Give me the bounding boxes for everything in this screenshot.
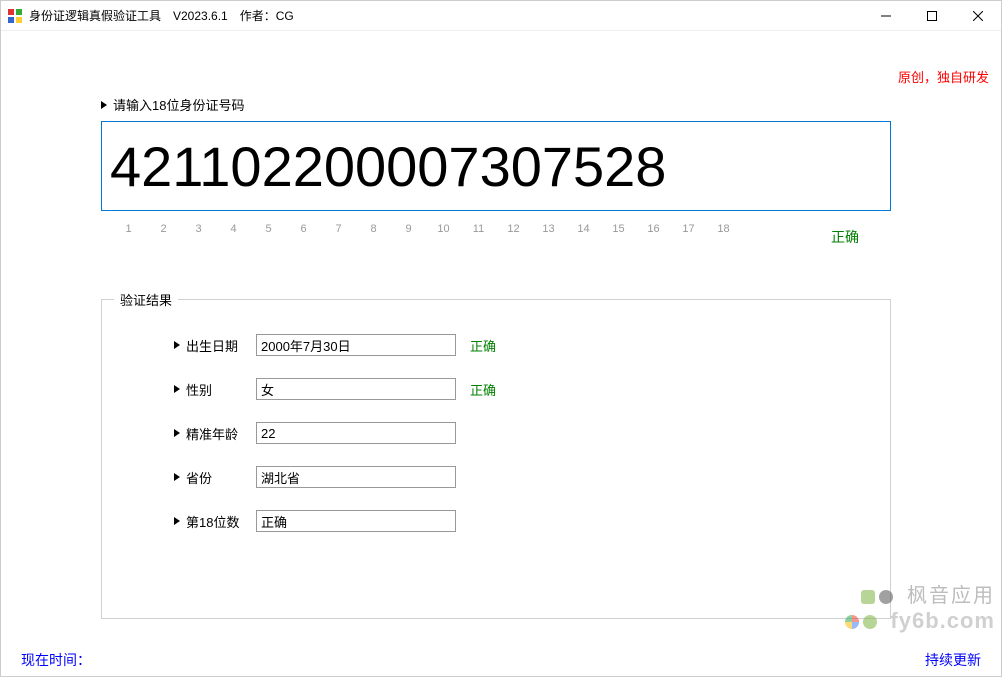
field-value-gender[interactable] (256, 378, 456, 400)
field-status-gender: 正确 (470, 380, 496, 399)
overall-status: 正确 (831, 227, 859, 247)
window-title: 身份证逻辑真假验证工具 V2023.6.1 作者：CG (29, 7, 294, 24)
field-status-birthdate: 正确 (470, 336, 496, 355)
pos-10: 10 (426, 223, 461, 235)
field-value-digit18[interactable] (256, 510, 456, 532)
footer: 现在时间： 持续更新 (21, 650, 981, 670)
result-legend: 验证结果 (114, 290, 178, 309)
field-label-gender: 性别 (186, 380, 256, 399)
pos-7: 7 (321, 223, 356, 235)
watermark-line1: 枫音应用 (907, 585, 995, 607)
window-controls (863, 1, 1001, 31)
close-button[interactable] (955, 1, 1001, 31)
arrow-icon (174, 385, 180, 393)
client-area: 原创，独自研发 请输入18位身份证号码 1 2 3 4 5 6 7 8 9 10… (1, 31, 1001, 676)
field-row-birthdate: 出生日期 正确 (174, 332, 890, 358)
arrow-icon (174, 429, 180, 437)
position-markers: 1 2 3 4 5 6 7 8 9 10 11 12 13 14 15 16 1… (111, 223, 901, 235)
pos-16: 16 (636, 223, 671, 235)
field-label-age: 精准年龄 (186, 424, 256, 443)
app-icon (7, 8, 23, 24)
maximize-button[interactable] (909, 1, 955, 31)
field-row-gender: 性别 正确 (174, 376, 890, 402)
titlebar: 身份证逻辑真假验证工具 V2023.6.1 作者：CG (1, 1, 1001, 31)
pos-6: 6 (286, 223, 321, 235)
minimize-button[interactable] (863, 1, 909, 31)
pos-12: 12 (496, 223, 531, 235)
footer-update-link[interactable]: 持续更新 (925, 650, 981, 670)
id-number-input[interactable] (101, 121, 891, 211)
pos-13: 13 (531, 223, 566, 235)
arrow-icon (101, 101, 107, 109)
field-row-province: 省份 (174, 464, 890, 490)
field-value-province[interactable] (256, 466, 456, 488)
credits-label: 原创，独自研发 (898, 67, 989, 86)
field-label-province: 省份 (186, 468, 256, 487)
pos-11: 11 (461, 223, 496, 235)
footer-time-label: 现在时间： (21, 650, 91, 670)
arrow-icon (174, 341, 180, 349)
arrow-icon (174, 473, 180, 481)
pos-15: 15 (601, 223, 636, 235)
watermark-line2: fy6b.com (890, 608, 995, 633)
field-row-age: 精准年龄 (174, 420, 890, 446)
pos-3: 3 (181, 223, 216, 235)
pos-4: 4 (216, 223, 251, 235)
field-row-digit18: 第18位数 (174, 508, 890, 534)
field-label-birthdate: 出生日期 (186, 336, 256, 355)
pos-1: 1 (111, 223, 146, 235)
pos-5: 5 (251, 223, 286, 235)
app-window: 身份证逻辑真假验证工具 V2023.6.1 作者：CG 原创，独自研发 请输入1… (0, 0, 1002, 677)
field-label-digit18: 第18位数 (186, 512, 256, 531)
id-input-label: 请输入18位身份证号码 (101, 95, 244, 114)
pos-2: 2 (146, 223, 181, 235)
id-input-label-text: 请输入18位身份证号码 (113, 95, 244, 114)
arrow-icon (174, 517, 180, 525)
field-value-birthdate[interactable] (256, 334, 456, 356)
pos-17: 17 (671, 223, 706, 235)
pos-9: 9 (391, 223, 426, 235)
result-group: 验证结果 出生日期 正确 性别 正确 精准年龄 省份 (101, 299, 891, 619)
pos-8: 8 (356, 223, 391, 235)
pos-14: 14 (566, 223, 601, 235)
pos-18: 18 (706, 223, 741, 235)
field-value-age[interactable] (256, 422, 456, 444)
